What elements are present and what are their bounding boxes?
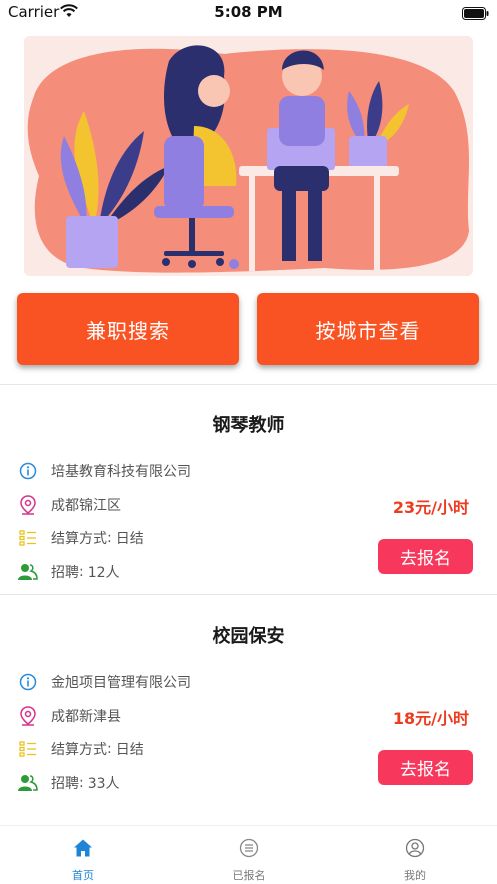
- info-icon: [18, 461, 38, 481]
- list-detail-icon: [18, 528, 38, 548]
- location-pin-icon: [18, 706, 38, 726]
- job-title: 钢琴教师: [212, 415, 285, 436]
- company-row: 培基教育科技有限公司: [18, 459, 191, 483]
- settlement-label: 结算方式: [51, 531, 107, 547]
- settlement-row: 结算方式: 日结: [18, 737, 144, 761]
- status-bar: Carrier 5:08 PM: [0, 0, 497, 26]
- settlement-value: 日结: [115, 531, 144, 547]
- settlement-value: 日结: [115, 742, 144, 758]
- bottom-tab-bar: 首页 已报名 我的: [0, 825, 497, 884]
- recruit-row: 招聘: 12人: [18, 560, 120, 584]
- label-colon: :: [107, 741, 112, 757]
- recruit-label: 招聘: [51, 565, 79, 581]
- job-title: 校园保安: [212, 626, 285, 647]
- job-location: 成都锦江区: [51, 498, 121, 514]
- job-card: 校园保安 金旭项目管理有限公司 成都新津县 18元/小时 结算方式: 日结 招聘…: [0, 596, 497, 806]
- recruit-label: 招聘: [51, 776, 79, 792]
- label-colon: :: [107, 530, 112, 546]
- tab-label: 首页: [72, 869, 94, 882]
- settlement-label: 结算方式: [51, 742, 107, 758]
- browse-by-city-button[interactable]: 按城市查看: [257, 293, 479, 365]
- section-divider: [0, 594, 497, 595]
- location-row: 成都锦江区: [18, 493, 121, 517]
- wage-label: 18元/小时: [392, 709, 469, 728]
- label-colon: :: [79, 564, 84, 580]
- tab-home[interactable]: 首页: [0, 826, 166, 884]
- tab-registered[interactable]: 已报名: [166, 826, 332, 884]
- home-icon: [0, 838, 166, 858]
- label-colon: :: [79, 775, 84, 791]
- battery-icon: [462, 5, 489, 24]
- wage-label: 23元/小时: [392, 498, 469, 517]
- tab-label: 已报名: [232, 869, 266, 882]
- recruit-count: 12人: [87, 565, 120, 581]
- list-icon: [166, 838, 332, 858]
- company-name: 培基教育科技有限公司: [51, 464, 191, 480]
- job-card: 钢琴教师 培基教育科技有限公司 成都锦江区 23元/小时 结算方式: 日结 招聘…: [0, 385, 497, 595]
- apply-button[interactable]: 去报名: [378, 539, 473, 574]
- people-icon: [18, 773, 38, 793]
- apply-button[interactable]: 去报名: [378, 750, 473, 785]
- people-icon: [18, 562, 38, 582]
- tab-label: 我的: [404, 869, 426, 882]
- hero-banner: [24, 36, 473, 276]
- part-time-search-button[interactable]: 兼职搜索: [17, 293, 239, 365]
- location-pin-icon: [18, 495, 38, 515]
- settlement-row: 结算方式: 日结: [18, 526, 144, 550]
- user-icon: [332, 838, 497, 858]
- recruit-row: 招聘: 33人: [18, 771, 120, 795]
- office-illustration: [24, 36, 473, 276]
- clock: 5:08 PM: [214, 3, 283, 21]
- company-name: 金旭项目管理有限公司: [51, 675, 191, 691]
- company-row: 金旭项目管理有限公司: [18, 670, 191, 694]
- job-location: 成都新津县: [51, 709, 121, 725]
- recruit-count: 33人: [87, 776, 120, 792]
- location-row: 成都新津县: [18, 704, 121, 728]
- info-icon: [18, 672, 38, 692]
- tab-mine[interactable]: 我的: [332, 826, 497, 884]
- list-detail-icon: [18, 739, 38, 759]
